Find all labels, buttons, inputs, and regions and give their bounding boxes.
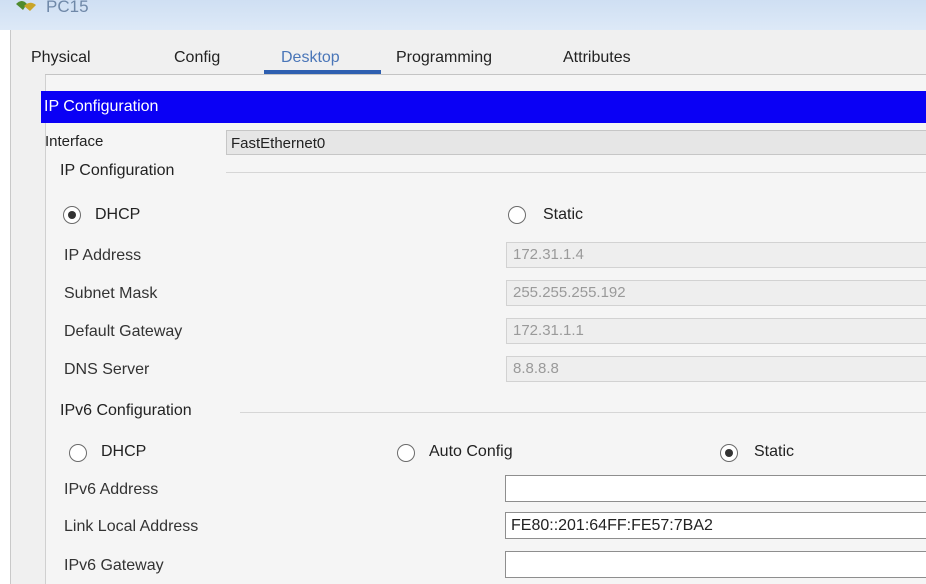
interface-label: Interface (45, 133, 104, 150)
default-gateway-field[interactable]: 172.31.1.1 (506, 318, 926, 344)
ip-address-field[interactable]: 172.31.1.4 (506, 242, 926, 268)
ipv6-group-title: IPv6 Configuration (60, 402, 200, 420)
ipv6-gateway-field[interactable] (505, 551, 926, 578)
subnet-mask-field[interactable]: 255.255.255.192 (506, 280, 926, 306)
ipv6-static-label[interactable]: Static (754, 443, 794, 461)
interface-select[interactable]: FastEthernet0 (226, 130, 926, 155)
ipv4-group-line (226, 172, 926, 173)
panel-header-title: IP Configuration (44, 98, 159, 115)
ipv4-static-radio[interactable] (508, 206, 526, 224)
pc-icon (16, 1, 36, 12)
dns-server-field[interactable]: 8.8.8.8 (506, 356, 926, 382)
ipv6-auto-config-radio[interactable] (397, 444, 415, 462)
ipv4-group-title: IP Configuration (60, 162, 183, 180)
ipv6-address-label: IPv6 Address (64, 481, 159, 498)
tab-physical[interactable]: Physical (31, 44, 91, 72)
ipv6-dhcp-label[interactable]: DHCP (101, 443, 146, 461)
default-gateway-label: Default Gateway (64, 323, 183, 340)
ipv6-group-line (240, 412, 926, 413)
tab-attributes[interactable]: Attributes (563, 44, 631, 72)
subnet-mask-label: Subnet Mask (64, 285, 158, 302)
ipv6-gateway-label: IPv6 Gateway (64, 557, 164, 574)
ipv4-dhcp-radio[interactable] (63, 206, 81, 224)
ipv6-static-radio[interactable] (720, 444, 738, 462)
ipv4-static-label[interactable]: Static (543, 206, 583, 224)
radio-checked-icon (67, 210, 76, 219)
window-title: PC15 (46, 0, 89, 16)
tab-config[interactable]: Config (174, 44, 220, 72)
link-local-address-field[interactable]: FE80::201:64FF:FE57:7BA2 (505, 512, 926, 539)
panel-header: IP Configuration (41, 91, 926, 123)
window-titlebar: PC15 (0, 0, 926, 30)
radio-checked-icon (724, 448, 733, 457)
tab-programming[interactable]: Programming (396, 44, 492, 72)
dns-server-label: DNS Server (64, 361, 150, 378)
ipv6-address-field[interactable] (505, 475, 926, 502)
ip-address-label: IP Address (64, 247, 142, 264)
tab-desktop[interactable]: Desktop (281, 44, 340, 72)
ipv4-dhcp-label[interactable]: DHCP (95, 206, 140, 224)
ipv6-dhcp-radio[interactable] (69, 444, 87, 462)
link-local-address-label: Link Local Address (64, 518, 199, 535)
ipv6-auto-config-label[interactable]: Auto Config (429, 443, 513, 461)
